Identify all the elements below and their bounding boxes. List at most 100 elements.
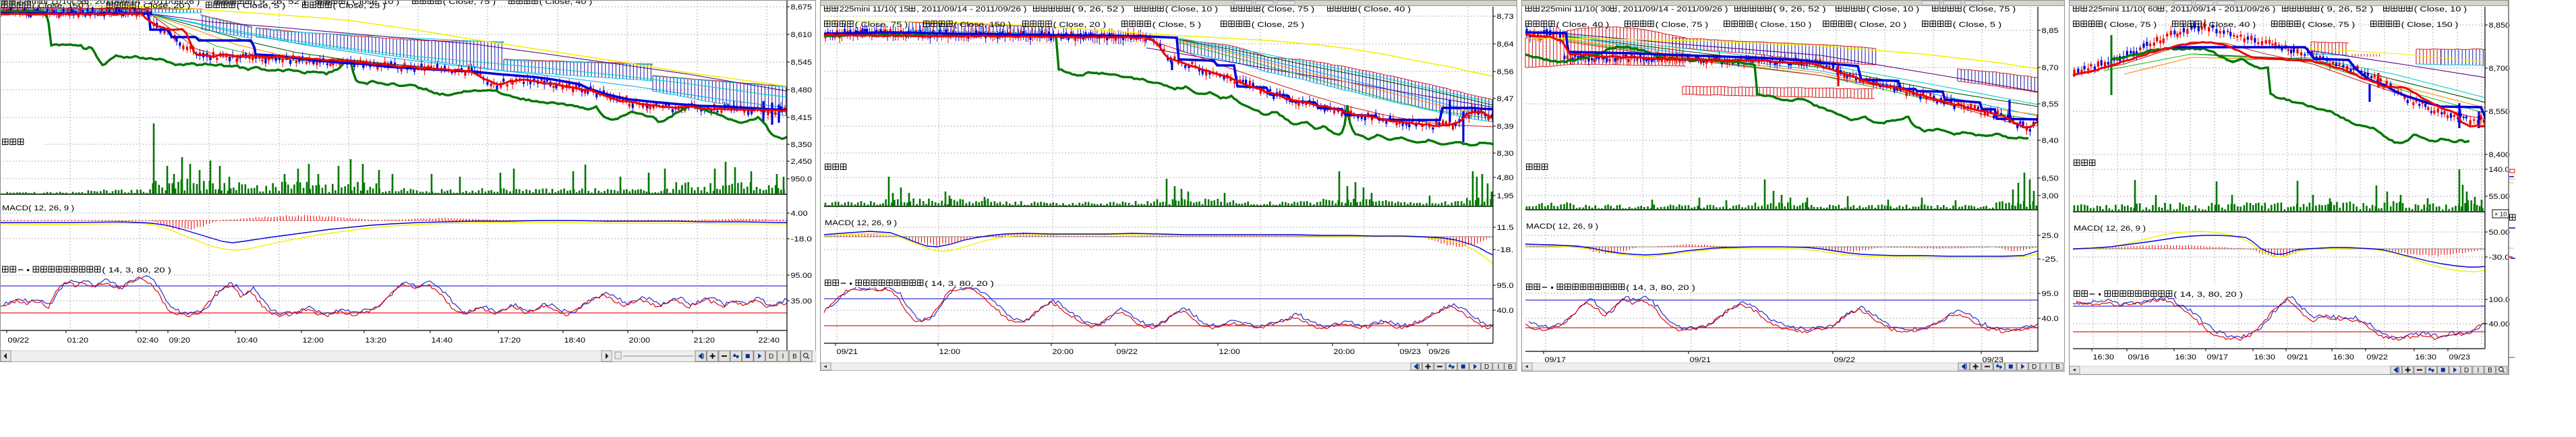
svg-text:I: I (2478, 367, 2480, 374)
svg-text:( 9, 26, 52 ): ( 9, 26, 52 ) (1072, 5, 1125, 13)
svg-text:8,400: 8,400 (2489, 151, 2511, 159)
svg-text:3,00: 3,00 (2042, 192, 2059, 200)
svg-text:( Close, 150 ): ( Close, 150 ) (1755, 21, 1812, 29)
svg-text:17:20: 17:20 (500, 337, 521, 345)
svg-text:( Close, 40 ): ( Close, 40 ) (1358, 5, 1411, 13)
svg-text:16:30: 16:30 (2254, 353, 2276, 361)
svg-text:20:00: 20:00 (629, 337, 651, 345)
svg-text:B: B (792, 353, 797, 361)
svg-text:( Close, 75 ): ( Close, 75 ) (1656, 21, 1709, 29)
svg-text:8,55: 8,55 (2042, 100, 2059, 109)
svg-text:09/16: 09/16 (2128, 353, 2150, 361)
svg-text:14:40: 14:40 (432, 337, 453, 345)
svg-text:( Close, 5 ): ( Close, 5 ) (1152, 21, 1202, 29)
svg-text:8,675: 8,675 (791, 3, 813, 11)
svg-text:12:00: 12:00 (1219, 348, 1241, 356)
svg-text:B: B (2055, 363, 2060, 371)
svg-text:1,95: 1,95 (1497, 192, 1514, 200)
svg-text:09/23: 09/23 (1400, 348, 1422, 356)
svg-text:, 2011/09/14 - 2011/09/26 ): , 2011/09/14 - 2011/09/26 ) (90, 0, 200, 6)
svg-text:8,850: 8,850 (2489, 22, 2511, 30)
svg-text:MACD( 12, 26, 9 ): MACD( 12, 26, 9 ) (2074, 225, 2146, 233)
svg-text:09/26: 09/26 (1429, 348, 1451, 356)
svg-text:I: I (782, 353, 784, 361)
svg-text:100.0: 100.0 (2489, 296, 2511, 304)
svg-text:09/22: 09/22 (2367, 353, 2389, 361)
svg-text:8,85: 8,85 (2042, 27, 2059, 35)
svg-text:09/23: 09/23 (2449, 353, 2471, 361)
svg-text:( 14, 3, 80, 20 ): ( 14, 3, 80, 20 ) (1626, 284, 1695, 292)
svg-text:( Close, 75 ): ( Close, 75 ) (855, 21, 908, 29)
svg-text:02:40: 02:40 (138, 337, 159, 345)
svg-text:40.0: 40.0 (2042, 315, 2059, 323)
svg-text:8,64: 8,64 (1497, 40, 1514, 49)
svg-text:35.00: 35.00 (791, 297, 813, 305)
svg-text:8,415: 8,415 (791, 114, 813, 122)
svg-text:( 9, 26, 52 ): ( 9, 26, 52 ) (1773, 5, 1826, 13)
svg-text:16:30: 16:30 (2333, 353, 2355, 361)
svg-text:21:20: 21:20 (694, 337, 715, 345)
svg-text:B: B (2488, 367, 2492, 374)
svg-text:( Close, 25 ): ( Close, 25 ) (1252, 21, 1305, 29)
svg-text:11.5: 11.5 (1497, 224, 1514, 232)
svg-text:16:30: 16:30 (2416, 353, 2437, 361)
svg-text:8,70: 8,70 (2042, 64, 2059, 72)
svg-text:2,450: 2,450 (791, 158, 813, 166)
svg-text:12:00: 12:00 (303, 337, 324, 345)
svg-text:D: D (769, 353, 773, 361)
svg-text:6,50: 6,50 (2042, 175, 2059, 183)
svg-text:( Close, 150 ): ( Close, 150 ) (2401, 21, 2459, 29)
svg-text:MACD( 12, 26, 9 ): MACD( 12, 26, 9 ) (2, 204, 74, 212)
svg-text:40.00: 40.00 (2489, 320, 2511, 328)
svg-text:8,56: 8,56 (1497, 68, 1514, 76)
svg-text:55.00: 55.00 (2489, 193, 2511, 201)
svg-text:( Close, 75 ): ( Close, 75 ) (1262, 5, 1315, 13)
svg-text:225mini 11/10( 60: 225mini 11/10( 60 (2088, 5, 2158, 13)
svg-text:( Close, 40 ): ( Close, 40 ) (1556, 21, 1610, 29)
svg-text:4.00: 4.00 (791, 210, 808, 218)
svg-text:09/21: 09/21 (837, 348, 858, 356)
svg-text:-25.: -25. (2042, 256, 2059, 264)
svg-text:13:20: 13:20 (365, 337, 387, 345)
svg-text:8,39: 8,39 (1497, 123, 1514, 131)
svg-text:8,73: 8,73 (1497, 13, 1514, 21)
svg-text:( 9, 26, 52 ): ( 9, 26, 52 ) (2320, 5, 2374, 13)
svg-text:8,610: 8,610 (791, 31, 813, 39)
svg-text:8,480: 8,480 (791, 86, 813, 94)
svg-text:09/22: 09/22 (1117, 348, 1138, 356)
svg-text:8,545: 8,545 (791, 59, 813, 67)
svg-text:16:30: 16:30 (2175, 353, 2197, 361)
svg-text:, 2011/09/14 - 2011/09/26 ): , 2011/09/14 - 2011/09/26 ) (1618, 5, 1728, 13)
svg-text:8,350: 8,350 (791, 141, 813, 149)
svg-text:( Close, 5 ): ( Close, 5 ) (1953, 21, 2002, 29)
svg-text:( Close, 150 ): ( Close, 150 ) (954, 21, 1012, 29)
svg-text:( 14, 3, 80, 20 ): ( 14, 3, 80, 20 ) (2173, 291, 2243, 299)
svg-text:09/21: 09/21 (2287, 353, 2309, 361)
svg-text:( Close, 10 ): ( Close, 10 ) (347, 0, 400, 6)
svg-text:09:20: 09:20 (169, 337, 191, 345)
svg-text:, 2011/09/14 - 2011/09/26 ): , 2011/09/14 - 2011/09/26 ) (2165, 5, 2275, 13)
svg-text:20:00: 20:00 (1053, 348, 1074, 356)
svg-text:8,700: 8,700 (2489, 65, 2511, 73)
svg-text:D: D (2464, 367, 2469, 374)
svg-text:( Close, 10 ): ( Close, 10 ) (1867, 5, 1920, 13)
svg-text:( 14, 3, 80, 20 ): ( 14, 3, 80, 20 ) (102, 266, 171, 274)
svg-text:( Close, 40 ): ( Close, 40 ) (2203, 21, 2256, 29)
svg-text:09/22: 09/22 (8, 337, 30, 345)
svg-text:12:00: 12:00 (939, 348, 961, 356)
svg-text:-30.0: -30.0 (2489, 254, 2511, 262)
svg-text:950.0: 950.0 (791, 175, 813, 183)
svg-text:( Close, 20 ): ( Close, 20 ) (1854, 21, 1907, 29)
svg-text:18:40: 18:40 (564, 337, 586, 345)
svg-text:20:00: 20:00 (1334, 348, 1355, 356)
svg-text:( 9, 26, 52 ): ( 9, 26, 52 ) (253, 0, 306, 6)
svg-text:16:30: 16:30 (2093, 353, 2115, 361)
svg-text:( Close, 75 ): ( Close, 75 ) (1963, 5, 2016, 13)
svg-text:22:40: 22:40 (759, 337, 780, 345)
svg-text:8,47: 8,47 (1497, 95, 1514, 103)
svg-text:8,40: 8,40 (2042, 137, 2059, 145)
svg-text:40.0: 40.0 (1497, 307, 1514, 315)
svg-text:( Close, 75 ): ( Close, 75 ) (2104, 21, 2157, 29)
svg-text:MACD( 12, 26, 9 ): MACD( 12, 26, 9 ) (1526, 223, 1598, 231)
svg-text:95.00: 95.00 (791, 272, 813, 280)
